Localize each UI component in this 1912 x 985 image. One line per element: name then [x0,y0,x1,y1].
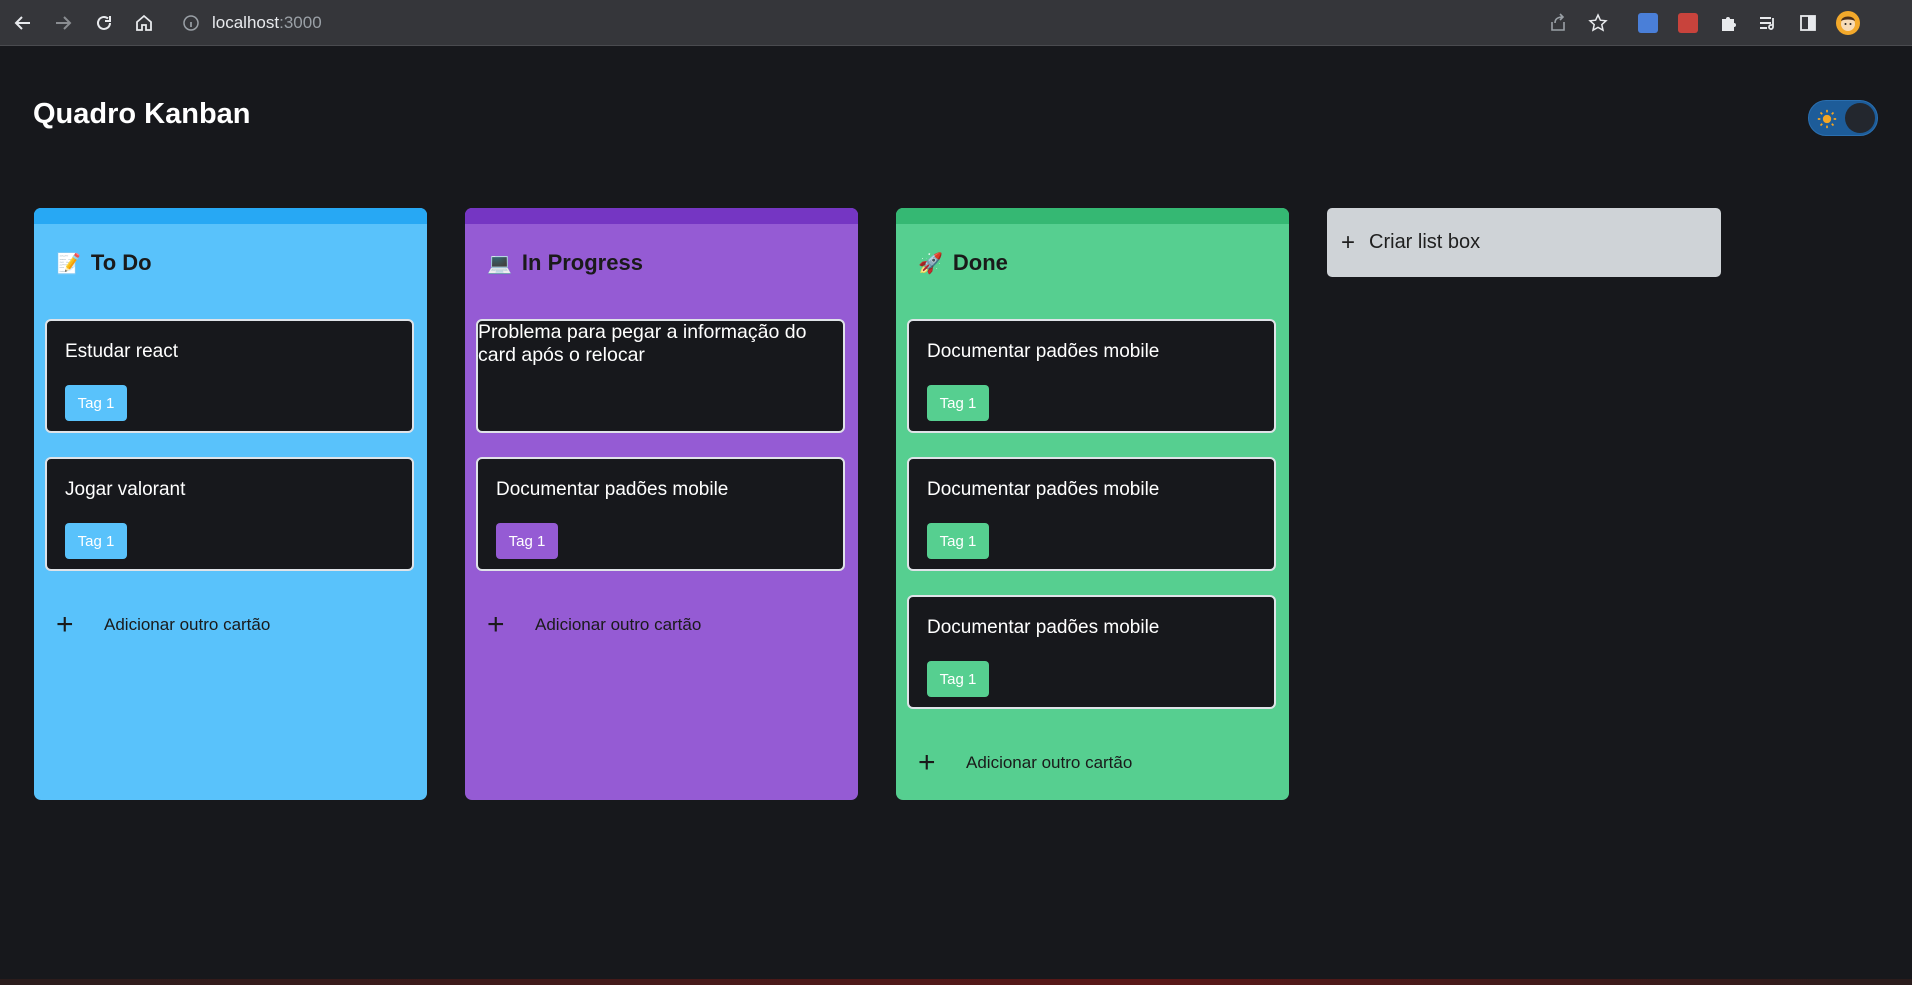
card-tag[interactable]: Tag 1 [927,385,989,421]
card-tag[interactable]: Tag 1 [65,385,127,421]
browser-toolbar: localhost:3000 [0,0,1912,46]
column-title: To Do [90,250,152,275]
column-stripe [896,208,1289,224]
page-title: Quadro Kanban [33,98,251,130]
add-card-button[interactable]: + Adicionar outro cartão [918,748,1132,778]
home-icon[interactable] [132,11,156,35]
plus-icon: + [56,608,74,641]
card[interactable]: Jogar valorant Tag 1 [45,457,414,571]
translate-extension-icon[interactable] [1636,11,1660,35]
column-title: Done [952,250,1008,275]
star-icon[interactable] [1586,11,1610,35]
add-card-button[interactable]: + Adicionar outro cartão [487,610,701,640]
card[interactable]: Documentar padões mobile Tag 1 [907,457,1276,571]
plus-icon: + [918,746,936,779]
card-tag[interactable]: Tag 1 [927,523,989,559]
info-icon[interactable] [182,14,200,32]
card-title: Documentar padões mobile [496,479,729,500]
column-title: In Progress [521,250,643,275]
reload-icon[interactable] [92,11,116,35]
card-title: Documentar padões mobile [927,617,1160,638]
bottom-edge [0,979,1912,985]
card-title: Jogar valorant [65,479,186,500]
toggle-knob [1845,103,1875,133]
reading-list-icon[interactable] [1756,11,1780,35]
card[interactable]: Estudar react Tag 1 [45,319,414,433]
profile-avatar[interactable] [1836,11,1860,35]
create-list-label: Criar list box [1369,231,1481,253]
column-done: 🚀 Done Documentar padões mobile Tag 1 Do… [896,208,1289,800]
card-title: Documentar padões mobile [927,479,1160,500]
memo-icon: 📝 [56,252,81,275]
sun-icon [1815,107,1839,131]
add-card-label: Adicionar outro cartão [104,615,271,634]
column-todo: 📝 To Do Estudar react Tag 1 Jogar valora… [34,208,427,800]
add-card-button[interactable]: + Adicionar outro cartão [56,610,270,640]
column-stripe [34,208,427,224]
url-port: :3000 [279,13,322,32]
column-in-progress: 💻 In Progress Problema para pegar a info… [465,208,858,800]
url-host: localhost [212,13,280,32]
card-title: Documentar padões mobile [927,341,1160,362]
card[interactable]: Documentar padões mobile Tag 1 [476,457,845,571]
add-card-label: Adicionar outro cartão [966,753,1133,772]
column-header: 📝 To Do [56,250,152,276]
laptop-icon: 💻 [487,252,512,275]
column-header: 💻 In Progress [487,250,643,276]
card-title: Estudar react [65,341,178,362]
card[interactable]: Problema para pegar a informação do card… [476,319,845,433]
back-icon[interactable] [11,11,35,35]
card-tag[interactable]: Tag 1 [496,523,558,559]
create-list-button[interactable]: + Criar list box [1327,208,1721,277]
card-tag[interactable]: Tag 1 [927,661,989,697]
address-bar[interactable]: localhost:3000 [170,8,1510,38]
side-panel-icon[interactable] [1796,11,1820,35]
plus-icon: + [1341,228,1356,256]
plus-icon: + [487,608,505,641]
theme-toggle[interactable] [1808,100,1878,136]
card-title: Problema para pegar a informação do card… [478,321,807,366]
card[interactable]: Documentar padões mobile Tag 1 [907,595,1276,709]
column-stripe [465,208,858,224]
puzzle-extensions-icon[interactable] [1716,11,1740,35]
share-icon[interactable] [1546,11,1570,35]
add-card-label: Adicionar outro cartão [535,615,702,634]
card[interactable]: Documentar padões mobile Tag 1 [907,319,1276,433]
rocket-icon: 🚀 [918,252,943,275]
pet-extension-icon[interactable] [1676,11,1700,35]
forward-icon[interactable] [51,11,75,35]
card-tag[interactable]: Tag 1 [65,523,127,559]
column-header: 🚀 Done [918,250,1008,276]
